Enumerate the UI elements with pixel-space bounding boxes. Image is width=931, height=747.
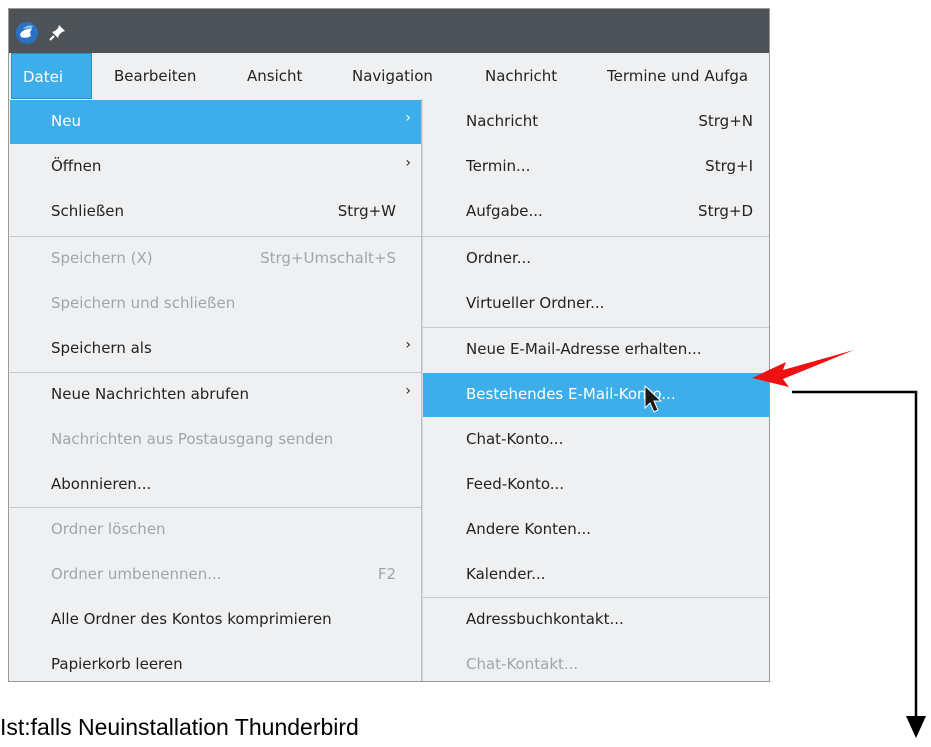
menu-item-label: Ordner löschen: [51, 520, 166, 538]
menu-item-label: Papierkorb leeren: [51, 655, 183, 673]
file-menu-item-papierkorb-leeren[interactable]: Papierkorb leeren: [10, 643, 421, 681]
new-item-chat-konto[interactable]: Chat-Konto...: [423, 418, 769, 462]
new-item-bestehendes-email-konto[interactable]: Bestehendes E-Mail-Konto...: [423, 373, 769, 417]
menu-item-label: Nachricht: [466, 112, 539, 130]
menu-item-label: Abonnieren...: [51, 475, 152, 493]
shortcut-label: F2: [377, 565, 396, 583]
file-menu-item-abonnieren[interactable]: Abonnieren...: [10, 463, 421, 507]
menu-ansicht[interactable]: Ansicht: [247, 53, 302, 99]
file-menu: Neu › Öffnen › Schließen Strg+W Speicher…: [10, 99, 422, 681]
menu-item-label: Speichern (X): [51, 249, 153, 267]
file-menu-item-speichern[interactable]: Speichern (X) Strg+Umschalt+S: [10, 237, 421, 281]
pin-icon[interactable]: [49, 23, 67, 41]
shortcut-label: Strg+W: [337, 202, 396, 220]
shortcut-label: Strg+D: [698, 202, 753, 220]
new-item-neue-email-adresse[interactable]: Neue E-Mail-Adresse erhalten...: [423, 328, 769, 372]
menu-navigation[interactable]: Navigation: [352, 53, 433, 99]
menu-item-label: Andere Konten...: [466, 520, 592, 538]
menu-item-label: Nachrichten aus Postausgang senden: [51, 430, 334, 448]
thunderbird-logo-icon[interactable]: [15, 21, 39, 45]
menu-item-label: Schließen: [51, 202, 125, 220]
new-item-aufgabe[interactable]: Aufgabe... Strg+D: [423, 190, 769, 234]
menu-nachricht[interactable]: Nachricht: [485, 53, 557, 99]
new-item-virtueller-ordner[interactable]: Virtueller Ordner...: [423, 282, 769, 326]
file-menu-item-neue-nachrichten-abrufen[interactable]: Neue Nachrichten abrufen ›: [10, 373, 421, 417]
menu-item-label: Aufgabe...: [466, 202, 543, 220]
menu-datei[interactable]: Datei: [11, 53, 92, 99]
menu-item-label: Adressbuchkontakt...: [466, 610, 624, 628]
menu-item-label: Neue E-Mail-Adresse erhalten...: [466, 340, 702, 358]
menu-item-label: Neu: [51, 112, 81, 130]
shortcut-label: Strg+I: [705, 157, 753, 175]
menu-item-label: Chat-Kontakt...: [466, 655, 579, 673]
menu-bar: Datei Bearbeiten Ansicht Navigation Nach…: [9, 53, 769, 100]
caption-text: Ist:falls Neuinstallation Thunderbird: [0, 714, 359, 740]
file-menu-item-ordner-loeschen[interactable]: Ordner löschen: [10, 508, 421, 552]
chevron-right-icon: ›: [405, 110, 411, 126]
menu-termine-und-aufgaben[interactable]: Termine und Aufga: [607, 53, 748, 99]
new-item-chat-kontakt[interactable]: Chat-Kontakt...: [423, 643, 769, 681]
menu-item-label: Ordner umbenennen...: [51, 565, 222, 583]
new-item-ordner[interactable]: Ordner...: [423, 237, 769, 281]
file-menu-item-speichern-und-schliessen[interactable]: Speichern und schließen: [10, 282, 421, 326]
new-item-kalender[interactable]: Kalender...: [423, 553, 769, 597]
chevron-right-icon: ›: [405, 337, 411, 353]
new-submenu: Nachricht Strg+N Termin... Strg+I Aufgab…: [422, 99, 769, 681]
title-bar: [9, 9, 769, 53]
menu-item-label: Speichern und schließen: [51, 294, 236, 312]
menu-item-label: Kalender...: [466, 565, 546, 583]
file-menu-item-ordner-umbenennen[interactable]: Ordner umbenennen... F2: [10, 553, 421, 597]
flow-arrowhead: [906, 716, 926, 738]
shortcut-label: Strg+N: [698, 112, 753, 130]
menu-bearbeiten[interactable]: Bearbeiten: [114, 53, 196, 99]
shortcut-label: Strg+Umschalt+S: [260, 249, 396, 267]
file-menu-item-postausgang-senden[interactable]: Nachrichten aus Postausgang senden: [10, 418, 421, 462]
new-item-termin[interactable]: Termin... Strg+I: [423, 145, 769, 189]
new-item-andere-konten[interactable]: Andere Konten...: [423, 508, 769, 552]
new-item-adressbuchkontakt[interactable]: Adressbuchkontakt...: [423, 598, 769, 642]
file-menu-item-schliessen[interactable]: Schließen Strg+W: [10, 190, 421, 234]
app-window: Datei Bearbeiten Ansicht Navigation Nach…: [8, 8, 770, 682]
file-menu-item-ordner-komprimieren[interactable]: Alle Ordner des Kontos komprimieren: [10, 598, 421, 642]
menu-item-label: Feed-Konto...: [466, 475, 565, 493]
new-item-nachricht[interactable]: Nachricht Strg+N: [423, 100, 769, 144]
menu-item-label: Öffnen: [51, 157, 102, 175]
menu-item-label: Chat-Konto...: [466, 430, 564, 448]
chevron-right-icon: ›: [405, 383, 411, 399]
menu-item-label: Speichern als: [51, 339, 152, 357]
menu-item-label: Ordner...: [466, 249, 532, 267]
file-menu-item-neu[interactable]: Neu ›: [10, 100, 421, 144]
file-menu-item-oeffnen[interactable]: Öffnen ›: [10, 145, 421, 189]
menu-item-label: Alle Ordner des Kontos komprimieren: [51, 610, 332, 628]
chevron-right-icon: ›: [405, 155, 411, 171]
menu-item-label: Neue Nachrichten abrufen: [51, 385, 249, 403]
menu-item-label: Termin...: [466, 157, 531, 175]
file-menu-item-speichern-als[interactable]: Speichern als ›: [10, 327, 421, 371]
new-item-feed-konto[interactable]: Feed-Konto...: [423, 463, 769, 507]
flow-line: [792, 390, 918, 718]
menu-item-label: Virtueller Ordner...: [466, 294, 605, 312]
menu-item-label: Bestehendes E-Mail-Konto...: [466, 385, 676, 403]
